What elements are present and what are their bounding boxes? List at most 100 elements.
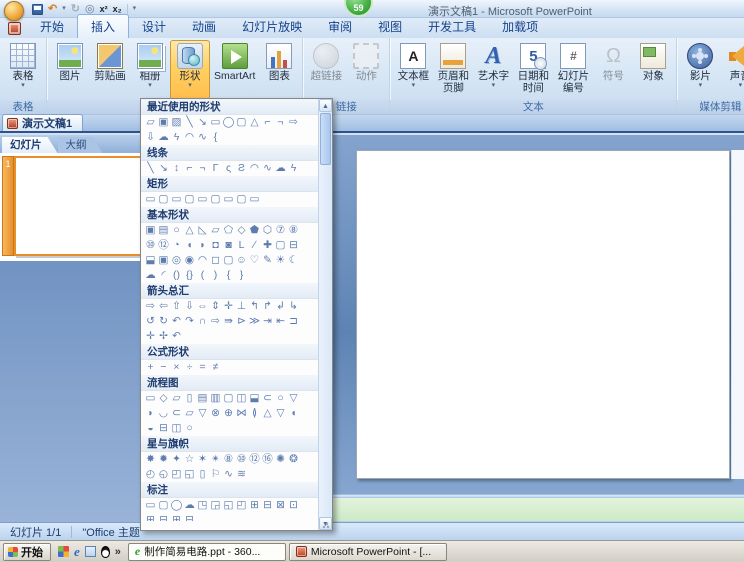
ribbon-button[interactable]: 表格▾ [3,40,43,100]
shape-option[interactable]: ▭ [144,499,157,512]
shape-option[interactable]: ▱ [170,392,183,405]
shape-option[interactable]: ⋈ [235,407,248,420]
shape-option[interactable]: ♡ [248,254,261,267]
shape-option[interactable]: ⊐ [287,315,300,328]
shape-option[interactable]: △ [248,116,261,129]
shape-option[interactable]: ≠ [209,361,222,374]
shape-option[interactable]: ⬠ [222,224,235,237]
ribbon-button[interactable]: 剪贴画 [90,40,130,100]
shape-option[interactable]: ⬡ [261,224,274,237]
shape-option[interactable]: ☁ [274,162,287,175]
shape-option[interactable]: ▱ [183,407,196,420]
shape-option[interactable]: ⇨ [287,116,300,129]
shape-option[interactable]: ⊞ [170,514,183,521]
shape-option[interactable]: ◘ [209,239,222,252]
shape-option[interactable]: ╲ [183,116,196,129]
shape-option[interactable]: ▭ [209,116,222,129]
shape-option[interactable]: ¬ [274,116,287,129]
shape-option[interactable]: L [235,239,248,252]
ribbon-tab[interactable]: 开发工具 [415,15,489,38]
ribbon-tab[interactable]: 动画 [179,15,229,38]
shape-option[interactable]: ☀ [274,254,287,267]
shape-option[interactable]: ≬ [248,407,261,420]
shape-option[interactable]: } [235,269,248,282]
shape-option[interactable]: ∩ [196,315,209,328]
shape-option[interactable]: ◖ [287,407,300,420]
shape-option[interactable]: { [222,269,235,282]
shape-option[interactable]: ▣ [157,254,170,267]
shape-option[interactable]: ▽ [196,407,209,420]
shapes-menu-scrollbar[interactable]: ▲ ▼ [318,99,332,530]
ribbon-button[interactable]: A文本框▾ [393,40,433,100]
shape-option[interactable]: ▭ [170,193,183,206]
shape-option[interactable]: Ƨ [235,162,248,175]
shape-option[interactable]: ⊞ [248,499,261,512]
ribbon-tab[interactable]: 插入 [77,14,129,38]
tab-outline[interactable]: 大纲 [58,137,103,153]
ribbon-button[interactable]: 影片▾ [680,40,720,100]
shape-option[interactable]: ⌐ [261,116,274,129]
shape-option[interactable]: ⇦ [157,300,170,313]
shape-option[interactable]: ◉ [183,254,196,267]
shape-option[interactable]: ⊞ [144,514,157,521]
app-grid-icon[interactable] [58,546,69,557]
shape-option[interactable]: ↰ [248,300,261,313]
ribbon-tab[interactable]: 审阅 [315,15,365,38]
shape-option[interactable]: ⊳ [235,315,248,328]
shape-option[interactable]: ◗ [196,239,209,252]
shape-option[interactable]: () [170,269,183,282]
shape-option[interactable]: △ [183,224,196,237]
smartart-button[interactable]: SmartArt [210,40,259,100]
shape-option[interactable]: ⇨ [144,300,157,313]
ribbon-button[interactable]: #幻灯片编号 [553,40,593,100]
shape-option[interactable]: ○ [170,224,183,237]
shape-option[interactable]: ☁ [183,499,196,512]
shape-option[interactable]: ◰ [170,468,183,481]
shape-option[interactable]: △ [261,407,274,420]
shape-option[interactable]: ⊟ [157,422,170,435]
shape-option[interactable]: ↘ [196,116,209,129]
tab-slides[interactable]: 幻灯片 [2,137,58,153]
shape-option[interactable]: ▽ [274,407,287,420]
shape-option[interactable]: { [209,131,222,144]
shape-option[interactable]: ▢ [157,193,170,206]
shape-option[interactable]: ▣ [157,116,170,129]
shape-option[interactable]: ✶ [196,453,209,466]
shape-option[interactable]: ↻ [157,315,170,328]
shape-option[interactable]: ✸ [144,453,157,466]
shape-option[interactable]: ↲ [274,300,287,313]
shape-option[interactable]: ⇥ [261,315,274,328]
shape-option[interactable]: = [196,361,209,374]
shape-option[interactable]: ◻ [209,254,222,267]
shape-option[interactable]: ⊂ [261,392,274,405]
shape-option[interactable]: ▢ [209,193,222,206]
shape-option[interactable]: ⊟ [287,239,300,252]
shape-option[interactable]: ⬟ [248,224,261,237]
shape-option[interactable]: ↺ [144,315,157,328]
shape-option[interactable]: ▱ [144,116,157,129]
shape-option[interactable]: ◗ [144,407,157,420]
shape-option[interactable]: ⑫ [248,453,261,466]
shape-option[interactable]: + [144,361,157,374]
shape-option[interactable]: ▨ [170,116,183,129]
document-icon[interactable] [8,22,21,35]
shape-option[interactable]: ⑯ [261,453,274,466]
show-desktop-icon[interactable] [85,546,96,557]
ribbon-button[interactable]: 图片 [50,40,90,100]
shape-option[interactable]: ◲ [209,499,222,512]
shape-option[interactable]: ◜ [157,269,170,282]
shape-option[interactable]: ↶ [170,330,183,343]
shape-option[interactable]: ▱ [209,224,222,237]
quick-launch-overflow-icon[interactable]: » [115,546,121,558]
shape-option[interactable]: ▢ [274,239,287,252]
shape-option[interactable]: ↷ [183,315,196,328]
ribbon-button[interactable]: A艺术字▾ [473,40,513,100]
ribbon-tab[interactable]: 幻灯片放映 [229,15,315,38]
shape-option[interactable]: ϟ [170,131,183,144]
ribbon-tab[interactable]: 开始 [27,15,77,38]
shape-option[interactable]: ⑩ [144,239,157,252]
shape-option[interactable]: ◇ [157,392,170,405]
vertical-scrollbar[interactable] [731,150,744,479]
shape-option[interactable]: ⑫ [157,239,170,252]
shape-option[interactable]: ▭ [144,392,157,405]
